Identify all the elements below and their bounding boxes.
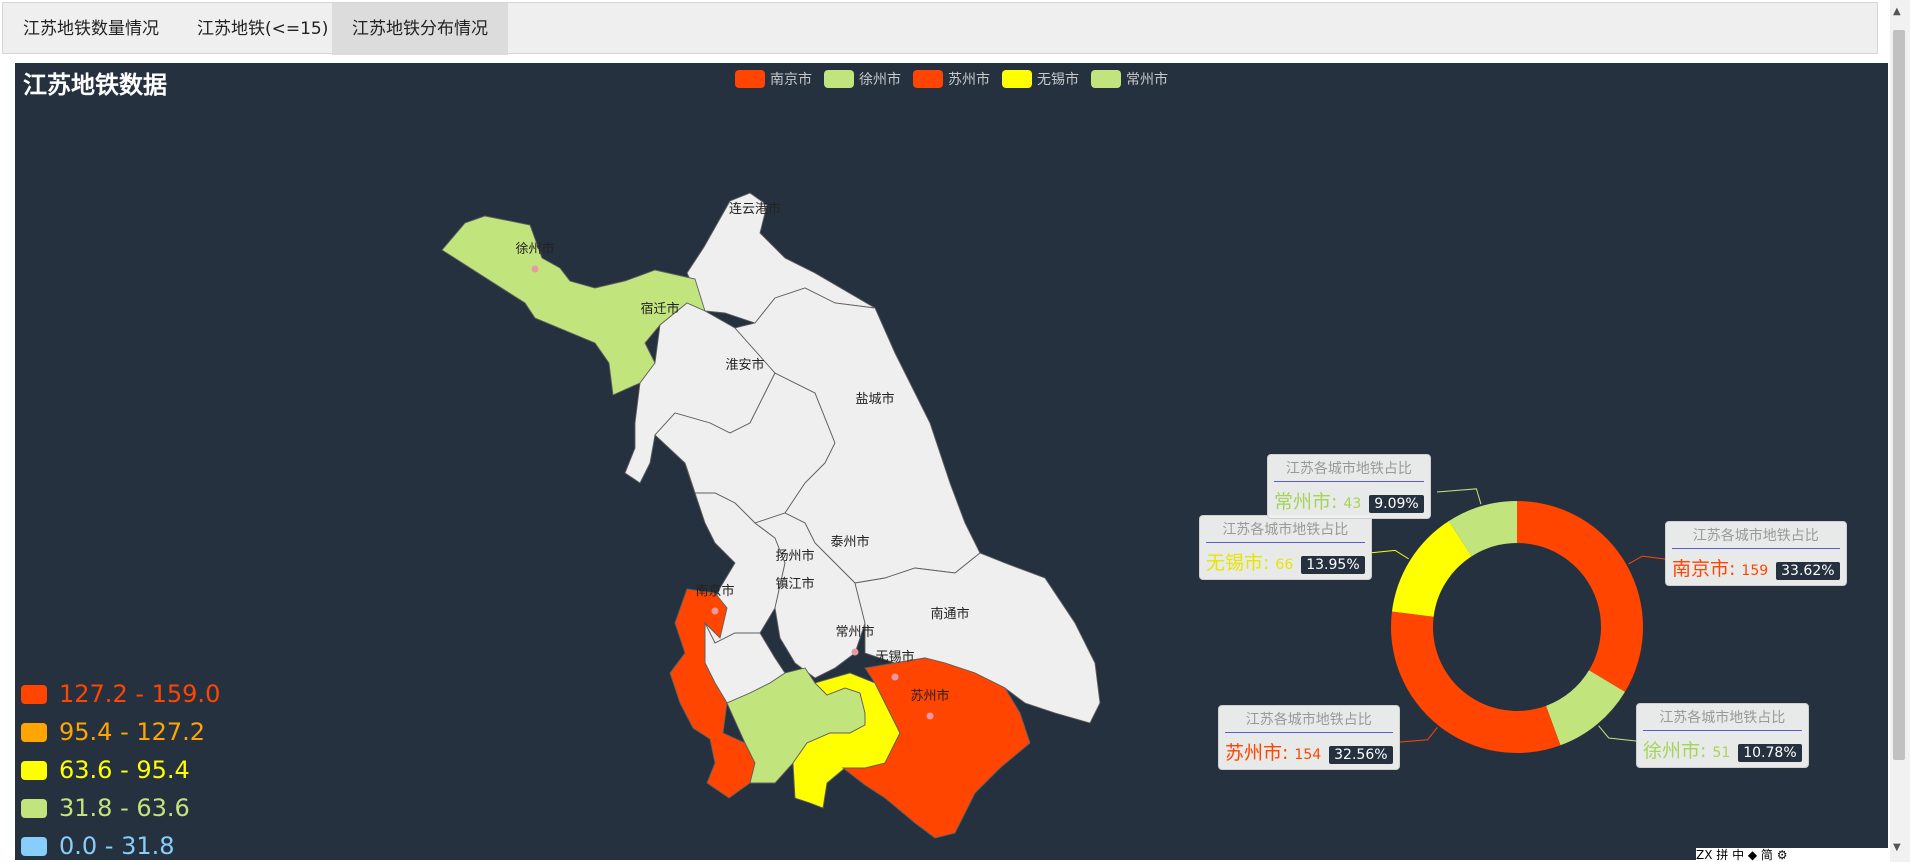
pie-label-value: 154 xyxy=(1294,747,1322,763)
pie-label-box: 江苏各城市地铁占比 徐州市: 51 10.78% xyxy=(1636,703,1809,768)
pie-label-percent: 10.78% xyxy=(1738,744,1802,762)
visual-map-label: 31.8 - 63.6 xyxy=(59,794,190,822)
visual-map-item[interactable]: 95.4 - 127.2 xyxy=(21,713,220,751)
scroll-up-arrow-icon[interactable]: ▲ xyxy=(1893,6,1901,17)
pie-slice[interactable] xyxy=(1390,611,1561,754)
pie-label-percent: 32.56% xyxy=(1329,746,1393,764)
pie-slice[interactable] xyxy=(1517,501,1644,692)
visual-map-swatch xyxy=(21,798,47,818)
visual-map-swatch xyxy=(21,836,47,856)
pie-label-series-name: 江苏各城市地铁占比 xyxy=(1643,707,1802,731)
chart-legend: 南京市 徐州市 苏州市 无锡市 常州市 xyxy=(15,69,1888,89)
pie-label-series-name: 江苏各城市地铁占比 xyxy=(1225,709,1393,733)
legend-swatch xyxy=(824,70,854,88)
pie-label-percent: 9.09% xyxy=(1369,495,1424,513)
pie-label-line xyxy=(1598,725,1637,742)
pie-label-line xyxy=(1628,555,1666,565)
visual-map-item[interactable]: 63.6 - 95.4 xyxy=(21,751,220,789)
visual-map: 127.2 - 159.0 95.4 - 127.2 63.6 - 95.4 31.8… xyxy=(21,675,220,860)
pie-label-series-name: 江苏各城市地铁占比 xyxy=(1274,458,1424,482)
pie-label-series-name: 江苏各城市地铁占比 xyxy=(1206,519,1365,543)
pie-label-value: 159 xyxy=(1741,563,1769,579)
scrollbar-thumb[interactable] xyxy=(1893,30,1905,760)
pie-label-value: 43 xyxy=(1343,496,1362,512)
legend-label: 苏州市 xyxy=(948,72,990,88)
visual-map-label: 63.6 - 95.4 xyxy=(59,756,190,784)
chart-panel: 连云港市 徐州市 宿迁市 淮安市 盐城市 扬州市 泰州市 南京市 镇江市 常州市 无锡市 南通市 苏州市… xyxy=(15,63,1888,860)
visual-map-label: 0.0 - 31.8 xyxy=(59,832,175,860)
legend-label: 徐州市 xyxy=(859,72,901,88)
pie-label-name: 徐州市: xyxy=(1643,740,1707,762)
legend-item[interactable]: 徐州市 xyxy=(824,69,901,89)
pie-label-percent: 13.95% xyxy=(1301,556,1365,574)
pie-label-name: 常州市: xyxy=(1274,491,1338,513)
legend-swatch xyxy=(735,70,765,88)
tab-bar: 江苏地铁数量情况 江苏地铁(<=15) 江苏地铁分布情况 xyxy=(2,2,1878,55)
pie-label-name: 无锡市: xyxy=(1206,552,1270,574)
visual-map-label: 95.4 - 127.2 xyxy=(59,718,206,746)
visual-map-swatch xyxy=(21,722,47,742)
visual-map-item[interactable]: 0.0 - 31.8 xyxy=(21,827,220,860)
ime-status-bar: ZX 拼 中 ◆ 简 ⚙ xyxy=(1696,848,1890,862)
pie-label-box: 江苏各城市地铁占比 南京市: 159 33.62% xyxy=(1665,521,1847,586)
tab-subway-distribution[interactable]: 江苏地铁分布情况 xyxy=(332,3,508,55)
legend-item[interactable]: 常州市 xyxy=(1091,69,1168,89)
visual-map-swatch xyxy=(21,684,47,704)
tab-subway-count[interactable]: 江苏地铁数量情况 xyxy=(3,3,179,55)
legend-swatch xyxy=(1002,70,1032,88)
pie-label-value: 51 xyxy=(1712,745,1731,761)
visual-map-label: 127.2 - 159.0 xyxy=(59,680,221,708)
pie-label-value: 66 xyxy=(1275,557,1294,573)
pie-label-name: 苏州市: xyxy=(1225,742,1289,764)
pie-label-box: 江苏各城市地铁占比 常州市: 43 9.09% xyxy=(1267,454,1431,519)
legend-item[interactable]: 南京市 xyxy=(735,69,812,89)
visual-map-item[interactable]: 31.8 - 63.6 xyxy=(21,789,220,827)
visual-map-swatch xyxy=(21,760,47,780)
tab-subway-le15[interactable]: 江苏地铁(<=15) xyxy=(177,3,348,55)
visual-map-item[interactable]: 127.2 - 159.0 xyxy=(21,675,220,713)
legend-swatch xyxy=(913,70,943,88)
legend-item[interactable]: 苏州市 xyxy=(913,69,990,89)
legend-label: 南京市 xyxy=(770,72,812,88)
pie-label-line xyxy=(1368,549,1409,560)
legend-label: 无锡市 xyxy=(1037,72,1079,88)
pie-label-series-name: 江苏各城市地铁占比 xyxy=(1672,525,1840,549)
legend-item[interactable]: 无锡市 xyxy=(1002,69,1079,89)
pie-chart xyxy=(1368,488,1666,754)
legend-swatch xyxy=(1091,70,1121,88)
legend-label: 常州市 xyxy=(1126,72,1168,88)
scroll-down-arrow-icon[interactable]: ▼ xyxy=(1893,842,1901,853)
pie-label-percent: 33.62% xyxy=(1776,562,1840,580)
pie-label-box: 江苏各城市地铁占比 苏州市: 154 32.56% xyxy=(1218,705,1400,770)
pie-label-box: 江苏各城市地铁占比 无锡市: 66 13.95% xyxy=(1199,515,1372,580)
pie-label-line xyxy=(1436,488,1482,505)
pie-label-name: 南京市: xyxy=(1672,558,1736,580)
